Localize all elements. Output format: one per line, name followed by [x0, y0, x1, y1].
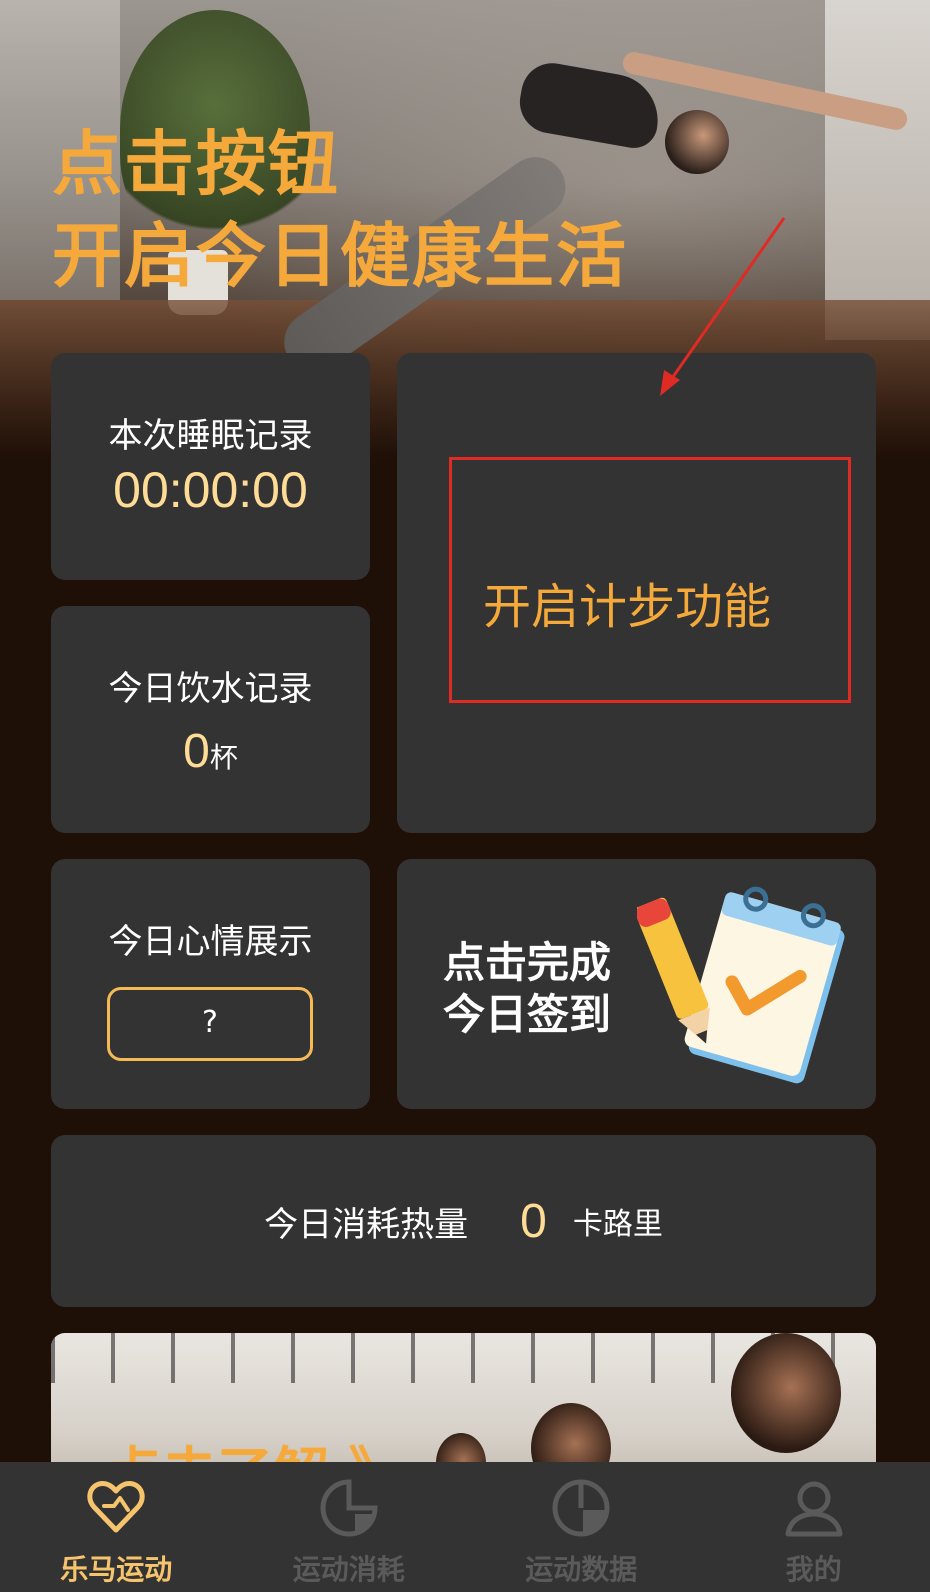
checkin-line2: 今日签到 — [443, 990, 612, 1039]
mood-label: 今日心情展示 — [108, 922, 313, 962]
user-icon — [785, 1481, 843, 1537]
tab-lema-sport[interactable]: 乐马运动 — [0, 1462, 233, 1592]
step-counter-button[interactable]: 开启计步功能 — [483, 567, 771, 637]
heart-icon — [87, 1481, 145, 1533]
hero-title-line2: 开启今日健康生活 — [52, 215, 628, 297]
water-record-label: 今日饮水记录 — [108, 669, 313, 709]
tab-sport-consumption[interactable]: 运动消耗 — [233, 1462, 466, 1592]
checkin-text: 点击完成 今日签到 — [443, 937, 611, 1041]
checkin-card[interactable]: 点击完成 今日签到 — [397, 859, 876, 1109]
calorie-card: 今日消耗热量 0 卡路里 — [51, 1135, 876, 1307]
water-record-card[interactable]: 今日饮水记录 0杯 — [51, 606, 370, 833]
water-record-value-row: 0杯 — [51, 724, 370, 779]
checkin-line1: 点击完成 — [443, 938, 612, 987]
tab-label: 运动消耗 — [292, 1553, 405, 1586]
tab-label: 我的 — [785, 1553, 842, 1586]
hero-title: 点击按钮 开启今日健康生活 — [52, 118, 628, 302]
banner-person — [731, 1333, 841, 1453]
calorie-unit: 卡路里 — [572, 1207, 663, 1242]
mood-button[interactable]: ? — [107, 987, 313, 1061]
chart-icon — [320, 1479, 378, 1537]
calorie-label: 今日消耗热量 — [264, 1204, 469, 1245]
water-record-value: 0 — [183, 725, 210, 778]
step-counter-card[interactable]: 开启计步功能 — [397, 353, 876, 833]
tab-label: 运动数据 — [525, 1553, 638, 1586]
hero-window-right — [825, 0, 930, 340]
calendar-check-icon — [637, 886, 845, 1084]
water-record-unit: 杯 — [209, 741, 238, 774]
bottom-tab-bar: 乐马运动 运动消耗 运动数据 我的 — [0, 1462, 930, 1592]
tab-sport-data[interactable]: 运动数据 — [465, 1462, 698, 1592]
sleep-record-value: 00:00:00 — [113, 462, 308, 518]
calorie-value: 0 — [520, 1194, 547, 1248]
mood-card: 今日心情展示 ? — [51, 859, 370, 1109]
sleep-record-card[interactable]: 本次睡眠记录 00:00:00 — [51, 353, 370, 580]
sleep-record-label: 本次睡眠记录 — [108, 416, 313, 456]
tab-label: 乐马运动 — [60, 1553, 173, 1586]
hero-figure-head — [665, 110, 729, 174]
tab-mine[interactable]: 我的 — [698, 1462, 930, 1592]
pie-icon — [552, 1479, 610, 1537]
calorie-row: 今日消耗热量 0 卡路里 — [51, 1135, 876, 1307]
hero-title-line1: 点击按钮 — [52, 123, 340, 205]
